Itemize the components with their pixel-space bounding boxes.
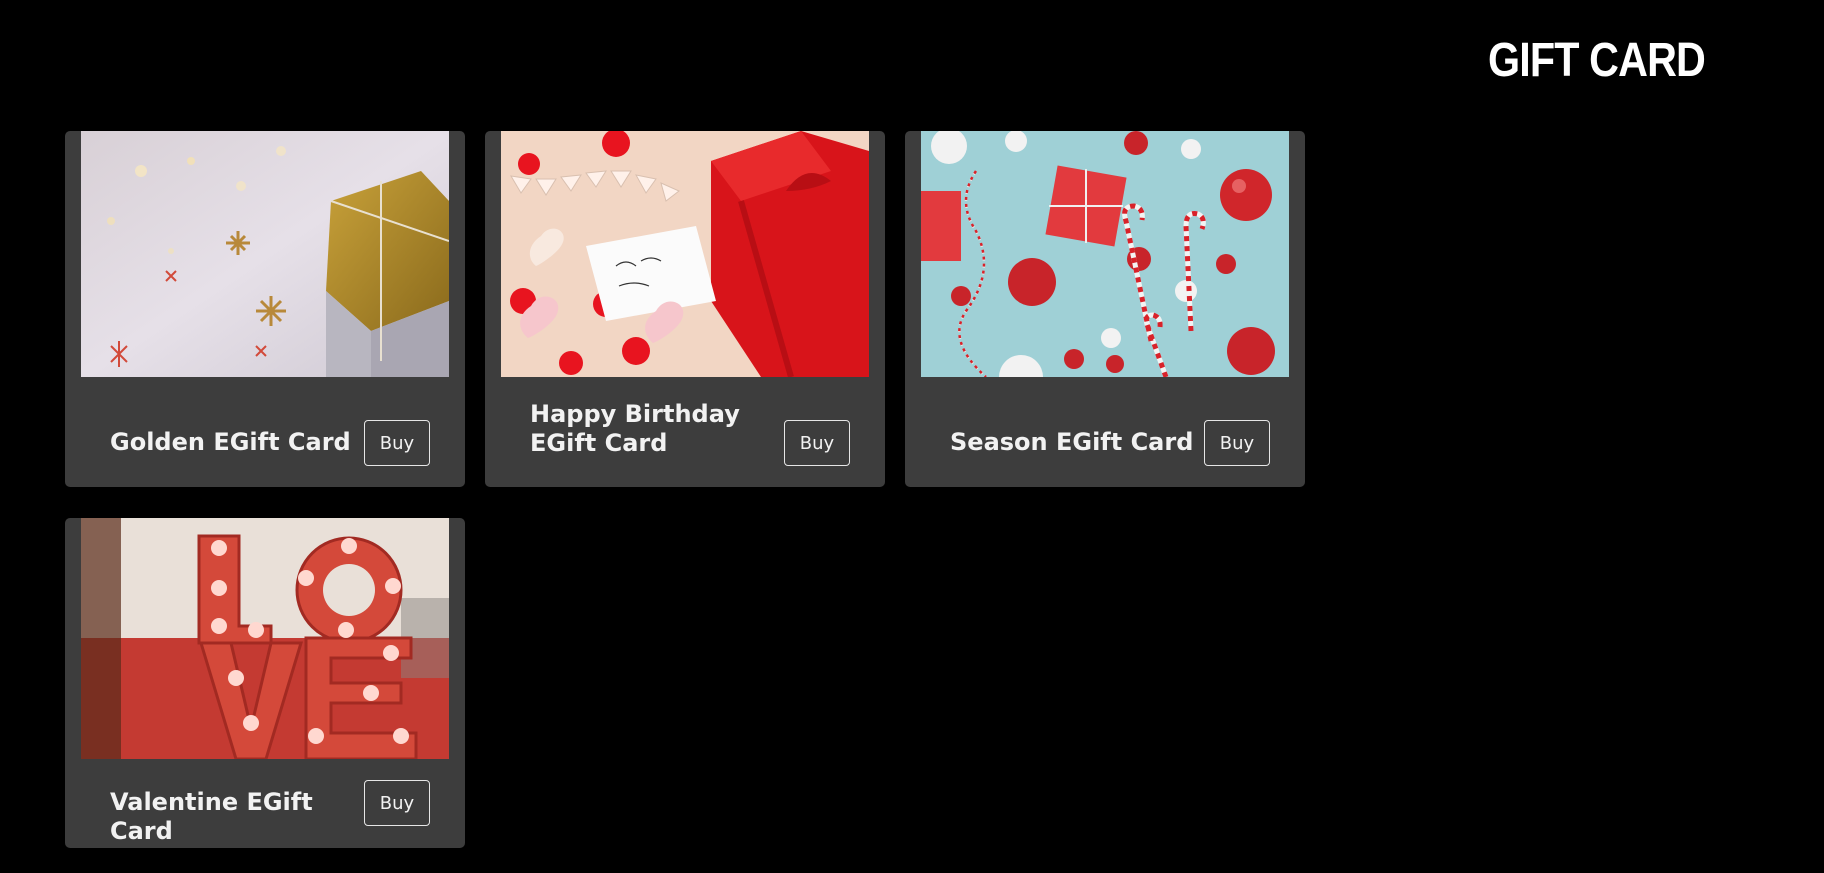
page-title: GIFT CARD [1488,34,1706,87]
buy-button[interactable]: Buy [364,780,430,826]
card-title: Golden EGift Card [110,428,351,456]
christmas-ornaments-image [921,131,1289,377]
love-marquee-letters-image [81,518,449,759]
gift-card-valentine: Valentine EGift Card Buy [65,518,465,848]
gift-card-page: GIFT CARD Golden EGift Card Buy Happy Bi… [0,0,1824,873]
buy-button[interactable]: Buy [1204,420,1270,466]
card-title: Happy Birthday EGift Card [530,400,740,457]
gift-card-season: Season EGift Card Buy [905,131,1305,487]
red-gift-box-hearts-image [501,131,869,377]
golden-gift-box-image [81,131,449,377]
buy-button[interactable]: Buy [784,420,850,466]
buy-button[interactable]: Buy [364,420,430,466]
gift-card-happy-birthday: Happy Birthday EGift Card Buy [485,131,885,487]
card-title: Valentine EGift Card [110,788,313,845]
gift-card-golden: Golden EGift Card Buy [65,131,465,487]
card-title: Season EGift Card [950,428,1194,456]
